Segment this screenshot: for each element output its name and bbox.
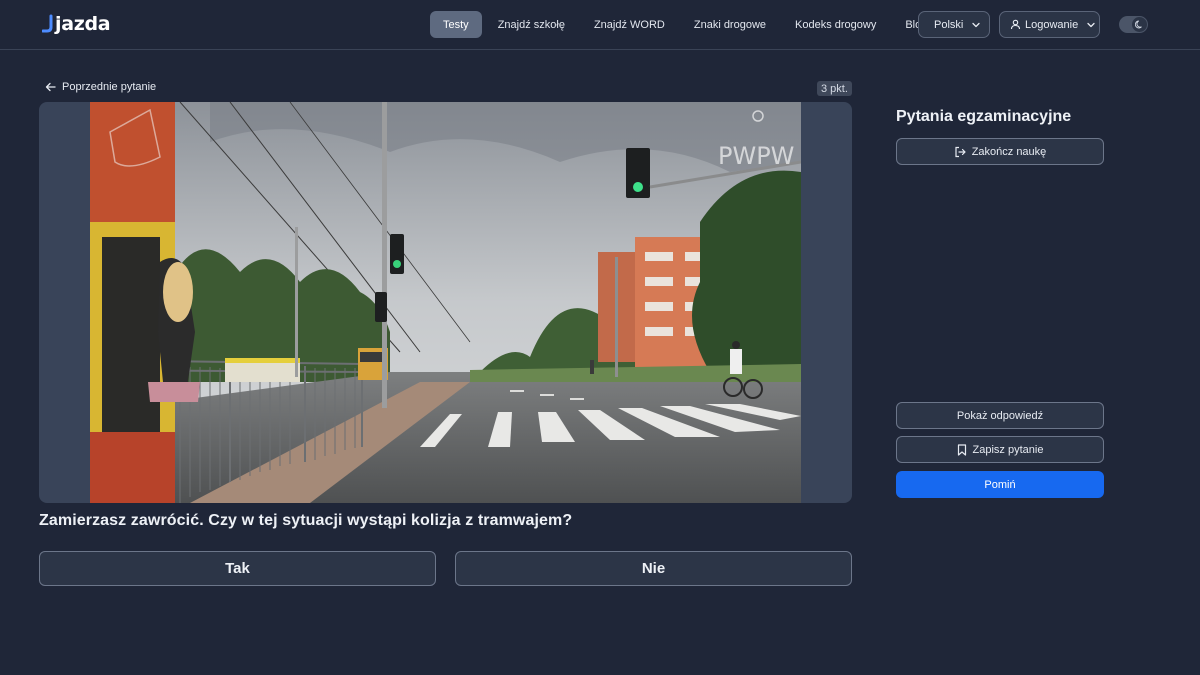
user-icon <box>1010 19 1021 30</box>
nav-item-find-word[interactable]: Znajdź WORD <box>581 11 678 38</box>
language-label: Polski <box>934 18 964 31</box>
moon-icon <box>1132 17 1147 32</box>
skip-button[interactable]: Pomiń <box>896 471 1104 498</box>
login-button[interactable]: Logowanie <box>999 11 1100 38</box>
answer-yes-button[interactable]: Tak <box>39 551 436 586</box>
side-panel-title: Pytania egzaminacyjne <box>896 108 1072 125</box>
chevron-down-icon <box>971 20 981 30</box>
show-answer-label: Pokaż odpowiedź <box>956 409 1044 422</box>
login-label: Logowanie <box>1025 18 1079 31</box>
show-answer-button[interactable]: Pokaż odpowiedź <box>896 402 1104 429</box>
logo-text: jazda <box>55 13 111 35</box>
logout-icon <box>955 146 966 157</box>
nav-item-road-signs[interactable]: Znaki drogowe <box>681 11 779 38</box>
theme-toggle[interactable] <box>1119 16 1148 33</box>
question-media: PWPW <box>39 102 852 503</box>
question-text: Zamierzasz zawrócić. Czy w tej sytuacji … <box>39 512 573 529</box>
previous-question-link[interactable]: Poprzednie pytanie <box>45 81 156 93</box>
nav-item-find-school[interactable]: Znajdź szkołę <box>485 11 578 38</box>
answer-no-button[interactable]: Nie <box>455 551 852 586</box>
bookmark-icon <box>957 443 966 456</box>
points-badge: 3 pkt. <box>817 81 852 96</box>
nav-item-road-code[interactable]: Kodeks drogowy <box>782 11 889 38</box>
arrow-left-icon <box>45 82 56 92</box>
nav-item-testy[interactable]: Testy <box>430 11 482 38</box>
language-select[interactable]: Polski <box>918 11 990 38</box>
save-question-button[interactable]: Zapisz pytanie <box>896 436 1104 463</box>
main-nav: Testy Znajdź szkołę Znajdź WORD Znaki dr… <box>430 11 940 38</box>
top-navbar: jazda Testy Znajdź szkołę Znajdź WORD Zn… <box>0 0 1200 50</box>
street-scene-image: PWPW <box>90 102 801 503</box>
save-question-label: Zapisz pytanie <box>972 443 1044 456</box>
finish-learning-label: Zakończ naukę <box>971 145 1047 158</box>
chevron-down-icon <box>1086 20 1096 30</box>
previous-question-label: Poprzednie pytanie <box>62 81 157 93</box>
watermark-text: PWPW <box>718 142 794 170</box>
finish-learning-button[interactable]: Zakończ naukę <box>896 138 1104 165</box>
logo-mark-icon <box>42 14 53 33</box>
jazda-logo[interactable]: jazda <box>42 12 111 36</box>
